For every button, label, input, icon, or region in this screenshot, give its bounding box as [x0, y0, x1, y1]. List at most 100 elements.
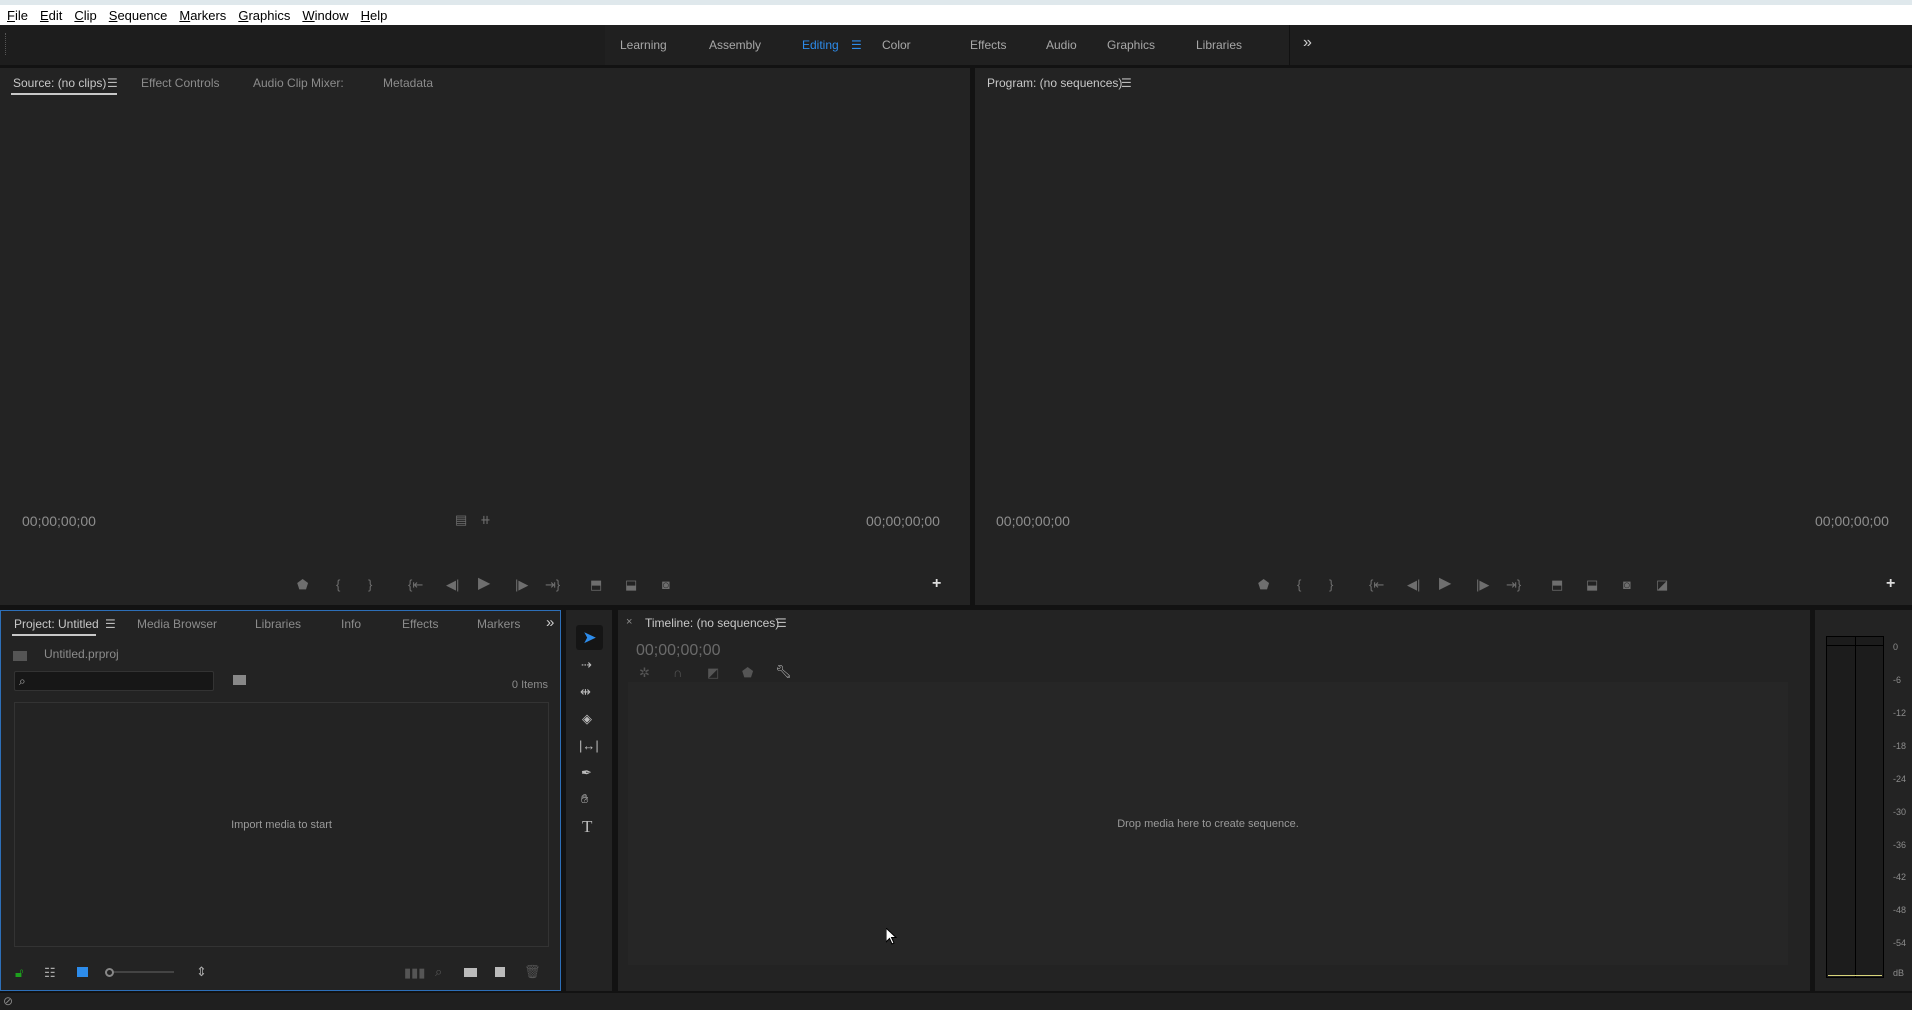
menu-help[interactable]: Help: [361, 8, 388, 23]
export-frame-icon[interactable]: ◙: [662, 578, 670, 591]
program-title[interactable]: Program: (no sequences): [987, 76, 1122, 90]
play-icon[interactable]: ▶: [1439, 576, 1451, 592]
add-button-icon[interactable]: +: [932, 576, 941, 592]
mark-out-icon[interactable]: }: [1329, 578, 1333, 591]
tab-source[interactable]: Source: (no clips): [13, 76, 106, 90]
go-to-out-icon[interactable]: ⇥}: [545, 578, 560, 591]
step-back-icon[interactable]: ◀|: [1407, 578, 1420, 591]
tab-markers[interactable]: Markers: [477, 617, 520, 631]
zoom-slider[interactable]: [114, 971, 174, 973]
tab-audio-clip-mixer[interactable]: Audio Clip Mixer:: [253, 76, 344, 90]
menu-markers[interactable]: Markers: [179, 8, 226, 23]
menu-graphics[interactable]: Graphics: [238, 8, 290, 23]
selection-tool-icon[interactable]: ➤: [576, 625, 603, 650]
menu-file[interactable]: File: [7, 8, 28, 23]
menu-sequence[interactable]: Sequence: [109, 8, 168, 23]
go-to-in-icon[interactable]: {⇤: [408, 578, 423, 591]
panel-menu-icon[interactable]: ☰: [105, 617, 116, 631]
sort-icon[interactable]: ⇕: [196, 965, 207, 978]
panel-menu-icon[interactable]: ☰: [776, 616, 787, 630]
workspace-learning[interactable]: Learning: [620, 38, 667, 52]
panel-menu-icon[interactable]: ☰: [107, 76, 118, 90]
workspace-graphics[interactable]: Graphics: [1107, 38, 1155, 52]
folder-up-icon[interactable]: [13, 651, 27, 661]
new-item-icon[interactable]: [495, 967, 505, 977]
insert-icon[interactable]: ⬒: [590, 578, 602, 591]
lift-icon[interactable]: ⬒: [1551, 578, 1563, 591]
add-marker-icon[interactable]: ⬟: [297, 578, 308, 591]
hand-tool-icon[interactable]: ✋︎: [581, 792, 588, 805]
panel-menu-icon[interactable]: ☰: [1121, 76, 1132, 90]
drag-video-icon[interactable]: ▤: [455, 513, 467, 526]
workspace-assembly[interactable]: Assembly: [709, 38, 761, 52]
find-bin-icon[interactable]: [233, 675, 246, 685]
step-forward-icon[interactable]: |▶: [515, 578, 528, 591]
overwrite-icon[interactable]: ⬓: [625, 578, 637, 591]
workspace-color[interactable]: Color: [882, 38, 911, 52]
tab-effect-controls[interactable]: Effect Controls: [141, 76, 219, 90]
extract-icon[interactable]: ⬓: [1586, 578, 1598, 591]
find-icon[interactable]: ⌕: [435, 965, 442, 978]
workspace-overflow-button[interactable]: »: [1303, 34, 1312, 52]
comparison-view-icon[interactable]: ◪: [1656, 578, 1668, 591]
panel-overflow-button[interactable]: »: [546, 614, 554, 631]
add-marker-icon[interactable]: ⬟: [742, 666, 753, 679]
timeline-tracks-area[interactable]: Drop media here to create sequence.: [628, 682, 1788, 965]
snap-icon[interactable]: ∩: [673, 666, 682, 679]
workspace-libraries[interactable]: Libraries: [1196, 38, 1242, 52]
creative-cloud-icon[interactable]: ⊘: [3, 994, 13, 1008]
timeline-title[interactable]: Timeline: (no sequences): [645, 616, 779, 630]
wrench-icon[interactable]: 🔧︎: [775, 665, 792, 678]
mark-out-icon[interactable]: }: [368, 578, 372, 591]
mark-in-icon[interactable]: {: [1297, 578, 1301, 591]
tab-libraries[interactable]: Libraries: [255, 617, 301, 631]
project-search-input[interactable]: ⌕: [14, 671, 214, 691]
zoom-slider-handle[interactable]: [105, 968, 114, 977]
unlock-icon[interactable]: 🔓︎: [15, 966, 23, 979]
export-frame-icon[interactable]: ◙: [1623, 578, 1631, 591]
tab-project[interactable]: Project: Untitled: [14, 617, 99, 631]
workspace-effects[interactable]: Effects: [970, 38, 1006, 52]
menu-clip[interactable]: Clip: [74, 8, 96, 23]
timeline-timecode[interactable]: 00;00;00;00: [636, 642, 721, 660]
project-items-list[interactable]: Import media to start: [14, 702, 549, 947]
slip-tool-icon[interactable]: |↔|: [579, 739, 599, 752]
menu-window[interactable]: Window: [302, 8, 348, 23]
meter-scale-label: -48: [1893, 905, 1907, 915]
list-view-icon[interactable]: ☷: [44, 966, 56, 979]
close-timeline-button[interactable]: ×: [626, 616, 632, 628]
drag-audio-icon[interactable]: ⧺: [480, 513, 491, 526]
mark-in-icon[interactable]: {: [336, 578, 340, 591]
linked-selection-icon[interactable]: ◩: [707, 666, 719, 679]
program-timecode-current[interactable]: 00;00;00;00: [996, 513, 1070, 529]
track-select-tool-icon[interactable]: ⇢: [581, 658, 592, 671]
add-button-icon[interactable]: +: [1886, 576, 1895, 592]
add-marker-icon[interactable]: ⬟: [1258, 578, 1269, 591]
workspace-audio[interactable]: Audio: [1046, 38, 1077, 52]
new-bin-icon[interactable]: [464, 968, 477, 977]
go-to-out-icon[interactable]: ⇥}: [1506, 578, 1521, 591]
workspace-editing[interactable]: Editing: [802, 38, 839, 52]
razor-tool-icon[interactable]: ◈: [582, 712, 592, 725]
drag-handle[interactable]: [5, 33, 7, 55]
tools-panel: ➤ ⇢ ⇹ ◈ |↔| ✒ ✋︎ T: [566, 610, 612, 991]
trash-icon[interactable]: 🗑︎: [524, 965, 541, 978]
go-to-in-icon[interactable]: {⇤: [1369, 578, 1384, 591]
automate-to-sequence-icon[interactable]: ▮▮▮: [404, 966, 425, 979]
pen-tool-icon[interactable]: ✒: [581, 766, 592, 779]
menu-edit[interactable]: Edit: [40, 8, 62, 23]
source-panel: Source: (no clips) ☰ Effect Controls Aud…: [0, 68, 970, 605]
step-forward-icon[interactable]: |▶: [1476, 578, 1489, 591]
nest-icon[interactable]: ✲: [639, 666, 650, 679]
source-timecode-current[interactable]: 00;00;00;00: [22, 513, 96, 529]
type-tool-icon[interactable]: T: [582, 818, 592, 835]
tab-media-browser[interactable]: Media Browser: [137, 617, 217, 631]
tab-metadata[interactable]: Metadata: [383, 76, 433, 90]
icon-view-icon[interactable]: [77, 967, 88, 977]
tab-effects[interactable]: Effects: [402, 617, 438, 631]
tab-info[interactable]: Info: [341, 617, 361, 631]
workspace-menu-icon[interactable]: ☰: [851, 38, 862, 52]
ripple-edit-tool-icon[interactable]: ⇹: [580, 685, 591, 698]
play-icon[interactable]: ▶: [478, 576, 490, 592]
step-back-icon[interactable]: ◀|: [446, 578, 459, 591]
